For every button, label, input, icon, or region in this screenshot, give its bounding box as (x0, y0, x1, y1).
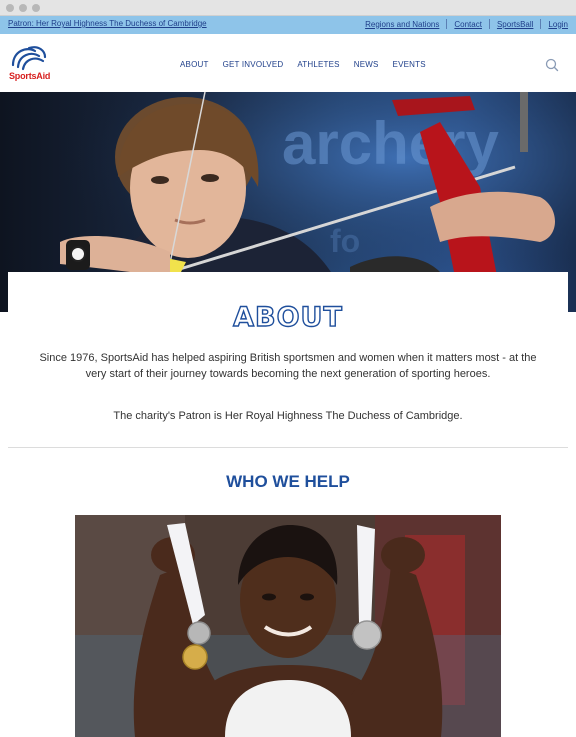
contact-link[interactable]: Contact (454, 20, 482, 29)
login-link[interactable]: Login (548, 20, 568, 29)
link-separator (488, 19, 490, 29)
about-intro-paragraph: Since 1976, SportsAid has helped aspirin… (39, 352, 537, 380)
main-nav: ABOUT GET INVOLVED ATHLETES NEWS EVENTS (180, 60, 440, 69)
nav-about[interactable]: ABOUT (180, 60, 209, 69)
browser-chrome (0, 0, 576, 16)
site-header: SportsAid ABOUT GET INVOLVED ATHLETES NE… (0, 34, 576, 92)
window-zoom-icon[interactable] (32, 4, 40, 12)
window-minimize-icon[interactable] (19, 4, 27, 12)
patron-link[interactable]: Patron: Her Royal Highness The Duchess o… (8, 19, 207, 28)
athlete-illustration (75, 515, 501, 737)
utility-links: Regions and Nations Contact SportsBall L… (365, 19, 568, 29)
search-icon[interactable] (545, 58, 559, 72)
link-separator (446, 19, 448, 29)
section-divider (8, 447, 568, 448)
top-utility-bar: Patron: Her Royal Highness The Duchess o… (0, 16, 576, 34)
nav-athletes[interactable]: ATHLETES (297, 60, 339, 69)
nav-get-involved[interactable]: GET INVOLVED (223, 60, 284, 69)
about-patron-paragraph: The charity's Patron is Her Royal Highne… (113, 410, 463, 422)
who-we-help-heading: WHO WE HELP (226, 472, 350, 491)
sportsaid-logo[interactable]: SportsAid (9, 43, 57, 83)
svg-text:fo: fo (330, 223, 360, 259)
regions-link[interactable]: Regions and Nations (365, 20, 439, 29)
logo-text: SportsAid (9, 71, 51, 81)
nav-news[interactable]: NEWS (354, 60, 379, 69)
athlete-medals-photo (75, 515, 501, 737)
nav-events[interactable]: EVENTS (393, 60, 426, 69)
window-close-icon[interactable] (6, 4, 14, 12)
about-heading: ABOUT (232, 301, 343, 333)
logo-mark-icon (11, 46, 47, 71)
link-separator (540, 19, 542, 29)
sportsball-link[interactable]: SportsBall (497, 20, 533, 29)
